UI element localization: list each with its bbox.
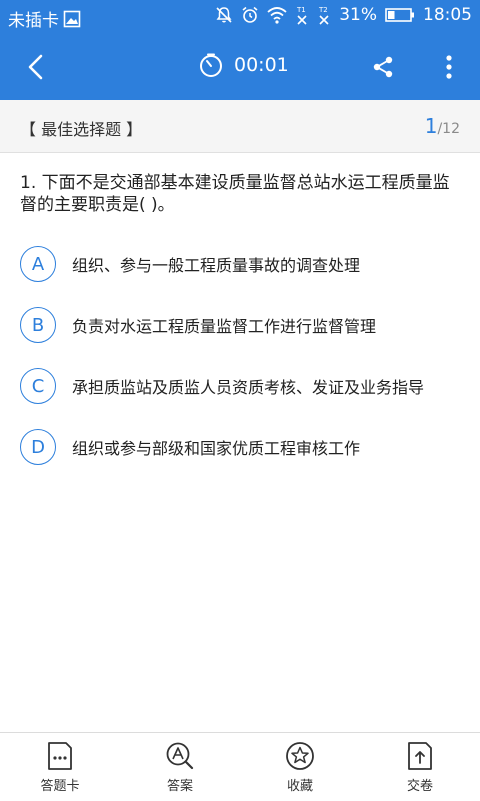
status-bar: 未插卡 T1 T2 31% 18:05: [0, 0, 480, 32]
option-c-letter: C: [20, 368, 56, 404]
clock: 18:05: [423, 5, 472, 25]
question-counter: 1/12: [425, 114, 460, 138]
bottom-toolbar: 答题卡 答案 收藏 交卷: [0, 732, 480, 801]
share-button[interactable]: [366, 50, 400, 84]
signal-2-icon: T2: [317, 5, 331, 25]
tab-favorite-label: 收藏: [286, 779, 313, 794]
signal-1-icon: T1: [295, 5, 309, 25]
battery-percent: 31%: [339, 5, 377, 25]
more-options-button[interactable]: [432, 50, 466, 84]
option-d[interactable]: D 组织或参与部级和国家优质工程审核工作: [20, 425, 460, 469]
option-d-letter: D: [20, 429, 56, 465]
status-icons: T1 T2 31% 18:05: [215, 5, 472, 25]
option-b[interactable]: B 负责对水运工程质量监督工作进行监督管理: [20, 303, 460, 347]
option-c[interactable]: C 承担质监站及质监人员资质考核、发证及业务指导: [20, 364, 460, 408]
signal-2-label: T2: [318, 6, 328, 14]
answer-sheet-icon: [48, 742, 72, 770]
tab-favorite[interactable]: 收藏: [260, 741, 340, 797]
carrier-info: 未插卡: [8, 6, 81, 31]
signal-1-label: T1: [296, 6, 306, 14]
alarm-icon: [241, 6, 259, 24]
tab-submit[interactable]: 交卷: [380, 741, 460, 797]
answer-search-icon: [166, 742, 194, 770]
image-notification-icon: [63, 10, 81, 28]
chevron-left-icon: [28, 54, 43, 80]
more-vertical-icon: [446, 55, 452, 79]
question-type-bar: 【 最佳选择题 】 1/12: [0, 100, 480, 153]
option-a-letter: A: [20, 246, 56, 282]
timer: 00:01: [198, 52, 289, 78]
submit-icon: [408, 742, 432, 770]
question-text: 1. 下面不是交通部基本建设质量监督总站水运工程质量监督的主要职责是( )。: [20, 173, 450, 215]
timer-icon: [200, 53, 222, 77]
total-questions: /12: [437, 121, 460, 137]
tab-submit-label: 交卷: [406, 779, 433, 794]
question-type-label: 【 最佳选择题 】: [20, 120, 143, 139]
option-d-text: 组织或参与部级和国家优质工程审核工作: [72, 439, 361, 458]
option-a[interactable]: A 组织、参与一般工程质量事故的调查处理: [20, 242, 460, 286]
wifi-icon: [267, 6, 287, 24]
star-icon: [286, 742, 314, 770]
option-c-text: 承担质监站及质监人员资质考核、发证及业务指导: [72, 378, 425, 397]
back-button[interactable]: [18, 50, 52, 84]
tab-answer-label: 答案: [166, 779, 193, 794]
option-a-text: 组织、参与一般工程质量事故的调查处理: [72, 256, 361, 275]
mute-icon: [215, 6, 233, 24]
battery-icon: [385, 7, 415, 23]
timer-text: 00:01: [234, 54, 289, 76]
tab-answer-sheet-label: 答题卡: [40, 779, 80, 794]
current-question-number: 1: [424, 114, 438, 138]
carrier-text: 未插卡: [8, 11, 59, 31]
share-icon: [373, 56, 393, 78]
option-b-letter: B: [20, 307, 56, 343]
option-b-text: 负责对水运工程质量监督工作进行监督管理: [72, 317, 377, 336]
tab-answer[interactable]: 答案: [140, 741, 220, 797]
tab-answer-sheet[interactable]: 答题卡: [20, 741, 100, 797]
app-bar: 00:01: [0, 32, 480, 100]
